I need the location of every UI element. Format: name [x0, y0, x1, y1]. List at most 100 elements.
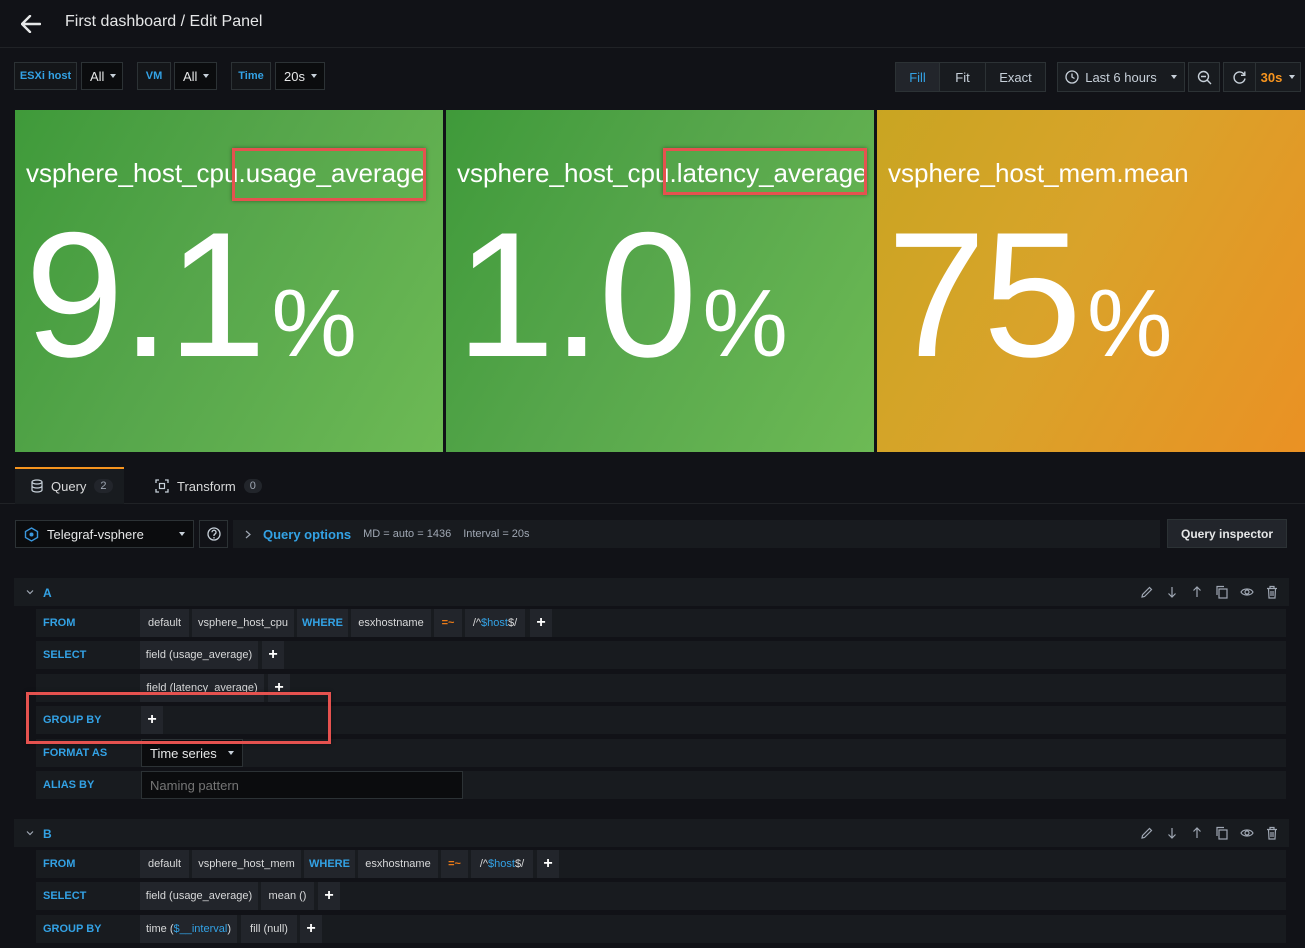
refresh-button[interactable]	[1223, 62, 1256, 92]
select-function-segment[interactable]: mean ()	[261, 882, 314, 910]
groupby-fill-segment[interactable]: fill (null)	[241, 915, 297, 943]
add-where-button[interactable]: +	[537, 850, 559, 878]
tab-label: Transform	[177, 478, 236, 494]
back-arrow-icon[interactable]	[14, 8, 48, 40]
tab-query[interactable]: Query 2	[31, 468, 113, 504]
database-icon	[31, 479, 43, 493]
copy-icon[interactable]	[1215, 826, 1229, 840]
chevron-down-icon	[310, 74, 317, 78]
variable-value: All	[183, 68, 198, 84]
chevron-down-icon	[179, 532, 185, 536]
panel-title: vsphere_host_mem.mean	[888, 158, 1189, 188]
chevron-down-icon	[26, 590, 34, 595]
tab-count-badge: 2	[94, 479, 113, 493]
refresh-interval-value: 30s	[1260, 69, 1283, 85]
chevron-down-icon	[26, 831, 34, 836]
zoom-out-button[interactable]	[1188, 62, 1220, 92]
groupby-label: GROUP BY	[36, 915, 136, 943]
from-db-segment[interactable]: default	[140, 850, 189, 878]
query-options-interval: Interval = 20s	[463, 528, 530, 540]
variable-label-vm: VM	[137, 62, 171, 90]
trash-icon[interactable]	[1265, 826, 1279, 840]
arrow-up-icon[interactable]	[1190, 826, 1204, 840]
alias-label: ALIAS BY	[36, 771, 136, 799]
zoom-out-icon	[1197, 70, 1211, 84]
variable-select-esxi-host[interactable]: All	[81, 62, 123, 90]
chevron-down-icon	[203, 74, 210, 78]
datasource-picker[interactable]: Telegraf-vsphere	[15, 520, 194, 548]
where-value-segment[interactable]: /^ $host $/	[471, 850, 533, 878]
query-b-actions	[1140, 826, 1279, 840]
query-name: B	[43, 827, 52, 841]
add-select-button[interactable]: +	[318, 882, 340, 910]
datasource-name: Telegraf-vsphere	[47, 526, 144, 542]
chevron-down-icon	[1289, 75, 1296, 79]
chevron-down-icon	[1170, 75, 1177, 79]
where-operator-segment[interactable]: =~	[434, 609, 462, 637]
query-a-header[interactable]: A	[14, 578, 1289, 606]
influxdb-icon	[24, 526, 39, 542]
groupby-time-segment[interactable]: time ($__interval)	[140, 915, 237, 943]
from-measurement-segment[interactable]: vsphere_host_cpu	[192, 609, 294, 637]
variable-select-vm[interactable]: All	[174, 62, 217, 90]
query-b-header[interactable]: B	[14, 819, 1289, 847]
time-range-picker[interactable]: Last 6 hours	[1057, 62, 1185, 92]
query-options-label: Query options	[263, 526, 352, 542]
highlight-box-latency-average	[663, 148, 867, 195]
transform-icon	[155, 479, 169, 493]
panel-value: 9.1%	[25, 195, 357, 394]
variable-value: All	[90, 68, 105, 84]
fit-button[interactable]: Fit	[939, 62, 986, 92]
variable-label-esxi-host: ESXi host	[14, 62, 77, 90]
eye-icon[interactable]	[1240, 585, 1254, 599]
caret-down-icon	[228, 751, 234, 755]
exact-button[interactable]: Exact	[985, 62, 1046, 92]
where-key-segment[interactable]: esxhostname	[358, 850, 438, 878]
select-field-segment[interactable]: field (usage_average)	[140, 882, 258, 910]
panel-value: 75%	[887, 195, 1173, 394]
pencil-icon[interactable]	[1140, 585, 1154, 599]
eye-icon[interactable]	[1240, 826, 1254, 840]
where-operator-segment[interactable]: =~	[441, 850, 468, 878]
from-label: FROM	[36, 850, 136, 878]
arrow-up-icon[interactable]	[1190, 585, 1204, 599]
help-button[interactable]	[199, 520, 228, 548]
highlight-box-groupby	[26, 692, 331, 744]
alias-input[interactable]	[141, 771, 463, 799]
where-key-segment[interactable]: esxhostname	[351, 609, 431, 637]
query-inspector-button[interactable]: Query inspector	[1167, 519, 1287, 548]
select-label: SELECT	[36, 641, 136, 669]
tab-transform[interactable]: Transform 0	[155, 468, 262, 504]
variable-label-time: Time	[231, 62, 271, 90]
add-groupby-button[interactable]: +	[300, 915, 322, 943]
arrow-down-icon[interactable]	[1165, 826, 1179, 840]
copy-icon[interactable]	[1215, 585, 1229, 599]
chevron-down-icon	[110, 74, 117, 78]
trash-icon[interactable]	[1265, 585, 1279, 599]
time-range-label: Last 6 hours	[1085, 69, 1157, 85]
from-label: FROM	[36, 609, 136, 637]
fill-button[interactable]: Fill	[895, 62, 940, 92]
page-title: First dashboard / Edit Panel	[65, 13, 263, 30]
add-select-button[interactable]: +	[262, 641, 284, 669]
add-where-button[interactable]: +	[530, 609, 552, 637]
from-db-segment[interactable]: default	[140, 609, 189, 637]
clock-icon	[1065, 70, 1079, 84]
refresh-icon	[1233, 70, 1246, 84]
query-a-actions	[1140, 585, 1279, 599]
query-options-bar[interactable]: Query options MD = auto = 1436 Interval …	[233, 520, 1160, 548]
from-measurement-segment[interactable]: vsphere_host_mem	[192, 850, 301, 878]
stat-panel-mem-mean[interactable]: vsphere_host_mem.mean 75%	[877, 110, 1305, 452]
where-keyword: WHERE	[304, 850, 355, 878]
highlight-box-usage-average	[232, 148, 426, 201]
variable-value: 20s	[284, 68, 305, 84]
refresh-interval-picker[interactable]: 30s	[1255, 62, 1301, 92]
variable-select-time[interactable]: 20s	[275, 62, 325, 90]
select-field-segment[interactable]: field (usage_average)	[140, 641, 258, 669]
chevron-right-icon	[245, 530, 251, 538]
select-label: SELECT	[36, 882, 136, 910]
where-value-segment[interactable]: /^ $host $/	[465, 609, 525, 637]
tab-count-badge: 0	[243, 479, 262, 493]
pencil-icon[interactable]	[1140, 826, 1154, 840]
arrow-down-icon[interactable]	[1165, 585, 1179, 599]
